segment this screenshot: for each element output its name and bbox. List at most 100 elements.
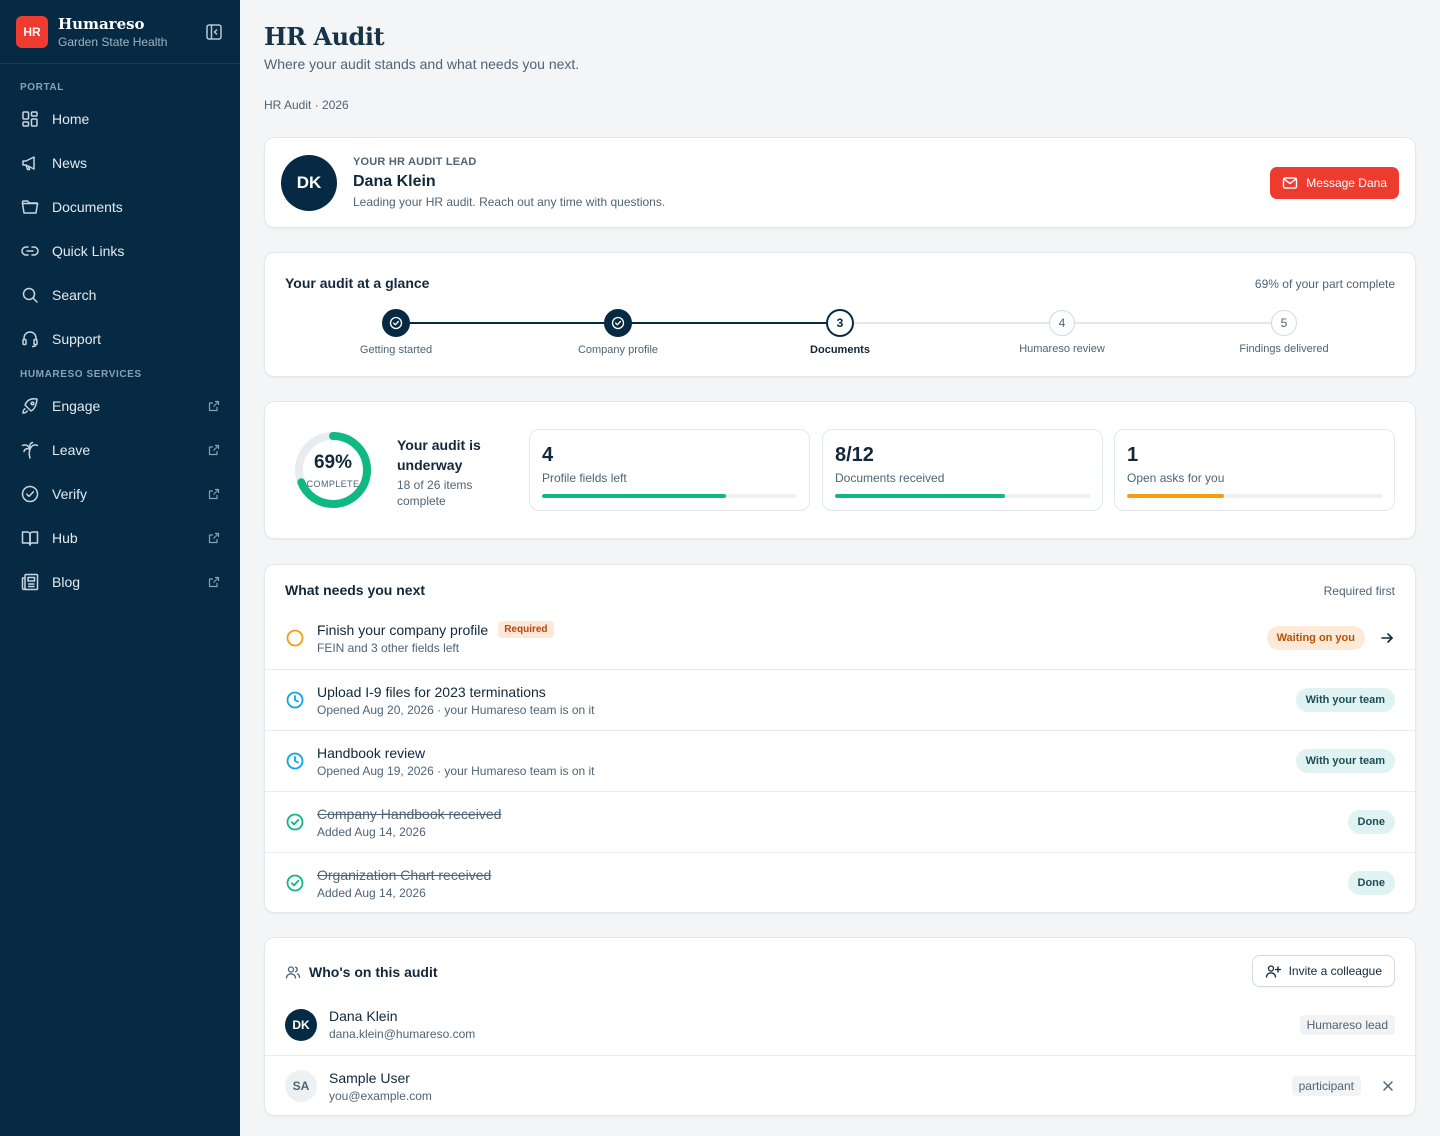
task-subtitle: FEIN and 3 other fields left: [317, 641, 460, 655]
external-link-icon: [208, 576, 220, 588]
task-row[interactable]: Handbook review Opened Aug 19, 2026 · yo…: [265, 730, 1415, 791]
external-link-icon: [208, 444, 220, 456]
sidebar: HR Humareso Garden State Health PORTAL H…: [0, 0, 240, 1136]
task-subtitle: Opened Aug 20, 2026 · your Humareso team…: [317, 702, 595, 717]
stat-value: 8/12: [835, 444, 874, 466]
audit-stepper: Getting started Company profile 3 Documents…: [285, 309, 1395, 359]
sidebar-item-label: Verify: [52, 486, 88, 502]
sidebar-item-hub[interactable]: Hub: [0, 516, 240, 560]
task-row[interactable]: Upload I-9 files for 2023 terminations O…: [265, 669, 1415, 730]
task-row[interactable]: Company Handbook received Added Aug 14, …: [265, 791, 1415, 852]
arrow-right-icon[interactable]: [1379, 630, 1395, 646]
member-name: Sample User: [329, 1069, 410, 1086]
stat-label: Profile fields left: [542, 471, 627, 485]
brand-subtitle: Garden State Health: [58, 34, 168, 49]
sidebar-item-verify[interactable]: Verify: [0, 472, 240, 516]
task-row[interactable]: Organization Chart received Added Aug 14…: [265, 852, 1415, 913]
member-list: DK Dana Klein dana.klein@humareso.com Hu…: [265, 994, 1415, 1116]
pending-circle-icon: [285, 628, 305, 648]
task-title-line: Organization Chart received: [317, 867, 1348, 883]
audit-progress-card: 69% COMPLETE Your audit is underway 18 o…: [264, 401, 1416, 539]
lead-name: Dana Klein: [353, 173, 436, 190]
sidebar-item-label: News: [52, 155, 88, 171]
glance-title: Your audit at a glance: [285, 275, 430, 291]
sidebar-item-documents[interactable]: Documents: [0, 185, 240, 229]
audit-status-detail: 18 of 26 items complete: [397, 478, 473, 508]
sidebar-item-label: Home: [52, 111, 90, 127]
sidebar-item-news[interactable]: News: [0, 141, 240, 185]
check-circle-icon: [285, 873, 305, 893]
stat-progress-track: [835, 494, 1090, 498]
step-label: Humareso review: [1019, 343, 1105, 355]
avatar: DK: [285, 1008, 317, 1041]
stat-label: Open asks for you: [1127, 471, 1225, 485]
task-title-line: Handbook review: [317, 745, 1296, 761]
task-title: Handbook review: [317, 744, 426, 761]
sidebar-item-quick-links[interactable]: Quick Links: [0, 229, 240, 273]
stat-value: 4: [542, 444, 554, 466]
task-title: Upload I-9 files for 2023 terminations: [317, 683, 546, 700]
invite-colleague-button[interactable]: Invite a colleague: [1251, 955, 1395, 987]
required-badge: Required: [498, 621, 554, 638]
progress-percent: 69%: [313, 452, 353, 473]
stepper-step: 4 Humareso review: [1002, 309, 1122, 355]
page-subtitle: Where your audit stands and what needs y…: [264, 56, 580, 72]
sidebar-item-leave[interactable]: Leave: [0, 428, 240, 472]
step-number: 3: [826, 309, 854, 337]
member-info: Sample User you@example.com: [329, 1070, 1292, 1103]
invite-colleague-label: Invite a colleague: [1288, 964, 1382, 978]
status-badge: Waiting on you: [1266, 626, 1365, 650]
member-role-tag: participant: [1291, 1076, 1361, 1096]
link-icon: [20, 241, 40, 261]
grid-icon: [20, 109, 40, 129]
step-label: Company profile: [577, 344, 659, 356]
task-row[interactable]: Finish your company profile Required FEI…: [265, 607, 1415, 669]
audit-status: Your audit is underway 18 of 26 items co…: [397, 435, 507, 509]
step-label: Getting started: [359, 344, 433, 356]
task-title: Finish your company profile: [317, 621, 489, 638]
stat-value: 1: [1127, 444, 1139, 466]
member-row: DK Dana Klein dana.klein@humareso.com Hu…: [265, 994, 1415, 1055]
member-email: dana.klein@humareso.com: [329, 1027, 476, 1041]
avatar: SA: [285, 1070, 317, 1102]
audit-status-title: Your audit is underway: [397, 437, 481, 473]
sidebar-item-label: Documents: [52, 199, 123, 215]
stepper-step: 3 Documents: [780, 309, 900, 356]
users-icon: [285, 964, 301, 980]
remove-member-close-icon[interactable]: [1381, 1079, 1395, 1093]
sidebar-item-support[interactable]: Support: [0, 317, 240, 361]
status-badge: Done: [1347, 871, 1395, 895]
step-check-icon: [382, 309, 410, 337]
sidebar-item-label: Quick Links: [52, 243, 125, 259]
sidebar-item-home[interactable]: Home: [0, 97, 240, 141]
stat-card-profile-fields: 4 Profile fields left: [529, 429, 810, 511]
external-link-icon: [208, 488, 220, 500]
step-number: 4: [1049, 310, 1075, 336]
task-title: Organization Chart received: [317, 866, 492, 883]
clock-icon: [285, 690, 305, 710]
folder-icon: [20, 197, 40, 217]
external-link-icon: [208, 400, 220, 412]
sidebar-item-blog[interactable]: Blog: [0, 560, 240, 604]
task-subtitle: Added Aug 14, 2026: [317, 885, 426, 900]
sidebar-item-label: Search: [52, 287, 97, 303]
rocket-icon: [20, 396, 40, 416]
message-lead-button[interactable]: Message Dana: [1270, 166, 1399, 199]
clock-icon: [285, 751, 305, 771]
task-subtitle: Opened Aug 19, 2026 · your Humareso team…: [317, 763, 595, 778]
book-icon: [20, 528, 40, 548]
status-badge: With your team: [1295, 688, 1395, 712]
next-steps-meta: Required first: [1323, 584, 1395, 598]
member-role-tag: Humareso lead: [1299, 1014, 1395, 1035]
sidebar-item-search[interactable]: Search: [0, 273, 240, 317]
sidebar-item-label: Leave: [52, 442, 91, 458]
member-row: SA Sample User you@example.com participa…: [265, 1055, 1415, 1116]
collapse-sidebar-icon[interactable]: [204, 22, 224, 42]
palm-tree-icon: [20, 440, 40, 460]
nav-section-portal: PORTAL: [20, 82, 64, 93]
task-body: Company Handbook received Added Aug 14, …: [317, 806, 1348, 839]
nav-section-services: HUMARESO SERVICES: [20, 369, 142, 380]
sidebar-item-engage[interactable]: Engage: [0, 384, 240, 428]
member-email: you@example.com: [329, 1088, 432, 1103]
external-link-icon: [208, 532, 220, 544]
